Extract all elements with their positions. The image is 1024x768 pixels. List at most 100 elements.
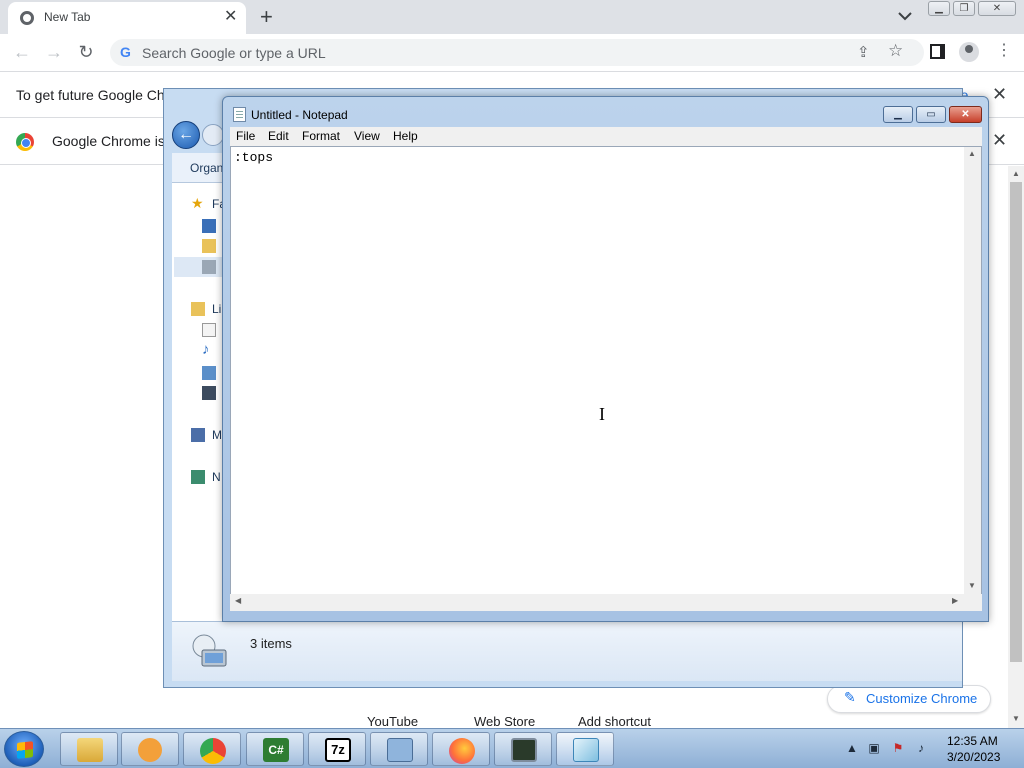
shortcut-add[interactable]: Add shortcut — [578, 714, 651, 729]
control-panel-icon — [387, 738, 413, 762]
close-button[interactable]: ✕ — [949, 106, 982, 123]
media-player-icon — [138, 738, 162, 762]
address-bar[interactable]: G ⇪ ☆ — [110, 39, 924, 66]
restore-button[interactable]: ❐ — [953, 1, 975, 16]
music-icon[interactable]: ♪ — [202, 341, 210, 358]
desktop-icon[interactable] — [202, 219, 216, 233]
firefox-icon — [449, 738, 475, 764]
profile-avatar-icon[interactable] — [959, 42, 979, 62]
scrollbar-thumb[interactable] — [1010, 182, 1022, 662]
kebab-menu-icon[interactable]: ⋮ — [996, 42, 1012, 60]
chrome-tab-strip: New Tab ✕ + ▁ ❐ ✕ — [0, 0, 1024, 34]
start-button[interactable] — [4, 731, 44, 767]
scroll-up-icon[interactable]: ▲ — [1012, 169, 1020, 178]
side-panel-icon[interactable] — [930, 44, 945, 59]
taskbar-7zip[interactable]: 7z — [308, 732, 366, 766]
infobar-message: To get future Google Chro — [16, 87, 178, 103]
explorer-forward-icon[interactable] — [202, 124, 224, 146]
show-hidden-icons-icon[interactable]: ▲ — [845, 741, 859, 755]
menu-view[interactable]: View — [354, 129, 380, 143]
notepad-icon — [233, 107, 246, 122]
bookmark-star-icon[interactable]: ☆ — [888, 41, 903, 61]
chrome-icon — [200, 738, 226, 764]
taskbar-chrome[interactable] — [183, 732, 241, 766]
minimize-button[interactable]: ▁ — [928, 1, 950, 16]
computer-icon — [191, 428, 205, 442]
chrome-toolbar: ← → ↻ G ⇪ ☆ ⋮ — [0, 34, 1024, 70]
favorites-star-icon: ★ — [191, 195, 204, 211]
tab-new-tab[interactable]: New Tab ✕ — [8, 2, 246, 34]
details-pane: 3 items — [172, 621, 962, 681]
share-icon[interactable]: ⇪ — [857, 43, 870, 61]
nav-libraries[interactable]: Li — [212, 302, 221, 316]
downloads-icon[interactable] — [202, 239, 216, 253]
explorer-back-icon[interactable]: ← — [172, 121, 200, 149]
taskbar-firefox[interactable] — [432, 732, 490, 766]
menu-help[interactable]: Help — [393, 129, 418, 143]
new-tab-button[interactable]: + — [260, 4, 273, 30]
minimize-button[interactable]: ▁ — [883, 106, 913, 123]
shortcut-web-store[interactable]: Web Store — [474, 714, 535, 729]
taskbar-csharp[interactable]: C# — [246, 732, 304, 766]
taskbar-task-manager[interactable] — [494, 732, 552, 766]
close-window-button[interactable]: ✕ — [978, 1, 1016, 16]
customize-chrome-button[interactable]: ✎ Customize Chrome — [827, 685, 991, 713]
clock-date[interactable]: 3/20/2023 — [947, 750, 1000, 764]
window-title: Untitled - Notepad — [251, 108, 348, 122]
vertical-scrollbar[interactable]: ▲ ▼ — [964, 147, 981, 595]
videos-icon[interactable] — [202, 386, 216, 400]
menu-file[interactable]: File — [236, 129, 255, 143]
i-beam-cursor-icon: I — [599, 404, 605, 424]
back-arrow-icon[interactable]: ← — [10, 40, 34, 64]
computer-status-icon — [192, 634, 227, 667]
scroll-down-icon[interactable]: ▼ — [1012, 714, 1020, 723]
recent-places-icon — [202, 260, 216, 274]
notepad-icon — [573, 738, 599, 762]
taskbar-explorer[interactable] — [60, 732, 118, 766]
documents-icon[interactable] — [202, 323, 216, 337]
scroll-right-icon[interactable]: ▶ — [952, 596, 958, 605]
scroll-down-icon[interactable]: ▼ — [968, 581, 976, 590]
folder-icon — [77, 738, 103, 762]
maximize-button[interactable]: ▭ — [916, 106, 946, 123]
nav-computer[interactable]: M — [212, 428, 222, 442]
pictures-icon[interactable] — [202, 366, 216, 380]
google-g-icon: G — [120, 44, 131, 60]
action-center-icon[interactable]: ⚑ — [891, 741, 905, 755]
scroll-left-icon[interactable]: ◀ — [235, 596, 241, 605]
horizontal-scrollbar[interactable]: ◀ ▶ — [230, 594, 982, 611]
reload-icon[interactable]: ↻ — [74, 40, 98, 64]
forward-arrow-icon[interactable]: → — [42, 40, 66, 64]
volume-icon[interactable]: ♪ — [914, 741, 928, 755]
customize-chrome-label: Customize Chrome — [866, 691, 978, 706]
tab-search-chevron-icon[interactable] — [896, 6, 914, 26]
chrome-logo-icon — [16, 133, 34, 151]
libraries-icon — [191, 302, 205, 316]
tab-close-icon[interactable]: ✕ — [224, 8, 237, 26]
text-editor[interactable]: :tops ▲ ▼ — [230, 146, 982, 596]
scroll-up-icon[interactable]: ▲ — [968, 149, 976, 158]
csharp-icon: C# — [263, 738, 289, 762]
infobar-close-icon[interactable]: ✕ — [992, 131, 1007, 149]
network-icon — [191, 470, 205, 484]
tab-title: New Tab — [44, 10, 91, 24]
pencil-icon: ✎ — [844, 689, 856, 705]
windows-logo-icon — [17, 741, 33, 759]
menu-format[interactable]: Format — [302, 129, 340, 143]
organize-label: Organ — [190, 161, 224, 175]
taskbar-control-panel[interactable] — [370, 732, 428, 766]
clock-time[interactable]: 12:35 AM — [947, 734, 998, 748]
omnibox-input[interactable] — [142, 43, 842, 63]
nav-network[interactable]: N — [212, 470, 221, 484]
shortcut-youtube[interactable]: YouTube — [367, 714, 418, 729]
menu-edit[interactable]: Edit — [268, 129, 289, 143]
task-manager-icon — [511, 738, 537, 762]
page-scrollbar[interactable]: ▲ ▼ — [1008, 166, 1024, 728]
notepad-window[interactable]: Untitled - Notepad ▁ ▭ ✕ File Edit Forma… — [222, 96, 989, 622]
taskbar-media-player[interactable] — [121, 732, 179, 766]
taskbar-notepad[interactable] — [556, 732, 614, 766]
editor-text: :tops — [234, 150, 274, 165]
chrome-tab-icon — [20, 11, 34, 25]
infobar-close-icon[interactable]: ✕ — [992, 85, 1007, 103]
network-tray-icon[interactable]: ▣ — [867, 741, 881, 755]
